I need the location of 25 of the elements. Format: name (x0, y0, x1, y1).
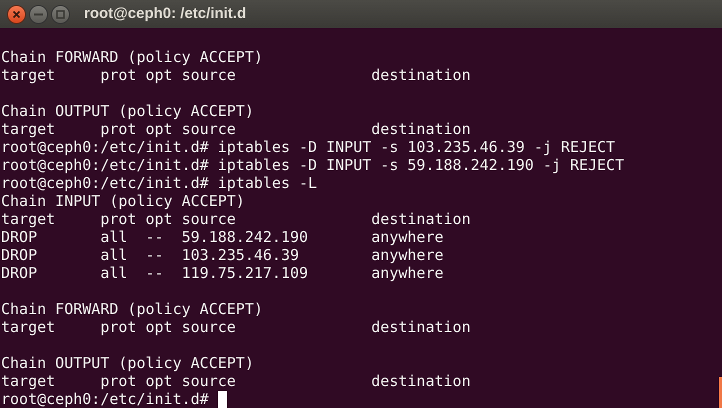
maximize-icon (56, 10, 65, 18)
close-button[interactable] (7, 4, 26, 24)
terminal-line: target prot opt source destination (1, 120, 471, 138)
shell-prompt: root@ceph0:/etc/init.d# (1, 390, 209, 408)
terminal-line: target prot opt source destination (1, 318, 471, 336)
terminal-line: target prot opt source destination (1, 66, 471, 84)
terminal-line: DROP all -- 103.235.46.39 anywhere (1, 246, 444, 264)
minimize-icon (34, 12, 43, 16)
terminal-line: DROP all -- 119.75.217.109 anywhere (1, 264, 444, 282)
terminal-line: root@ceph0:/etc/init.d# iptables -D INPUT -s 103.235.46.39 -j REJECT (1, 138, 616, 156)
terminal-line: DROP all -- 59.188.242.190 anywhere (1, 228, 444, 246)
terminal-line: target prot opt source destination (1, 210, 471, 228)
terminal-line: Chain OUTPUT (policy ACCEPT) (1, 354, 254, 372)
maximize-button[interactable] (51, 4, 70, 24)
terminal-line: Chain INPUT (policy ACCEPT) (1, 192, 245, 210)
minimize-button[interactable] (29, 4, 48, 24)
terminal-line: Chain OUTPUT (policy ACCEPT) (1, 102, 254, 120)
close-icon (12, 10, 21, 18)
terminal-line: root@ceph0:/etc/init.d# iptables -D INPUT -s 59.188.242.190 -j REJECT (1, 156, 624, 174)
scrollbar-thumb[interactable] (719, 377, 722, 408)
terminal-line: root@ceph0:/etc/init.d# iptables -L (1, 174, 318, 192)
terminal-line: Chain FORWARD (policy ACCEPT) (1, 48, 263, 66)
terminal-line: Chain FORWARD (policy ACCEPT) (1, 300, 263, 318)
terminal-line: target prot opt source destination (1, 372, 471, 390)
window-title: root@ceph0: /etc/init.d (84, 4, 246, 24)
